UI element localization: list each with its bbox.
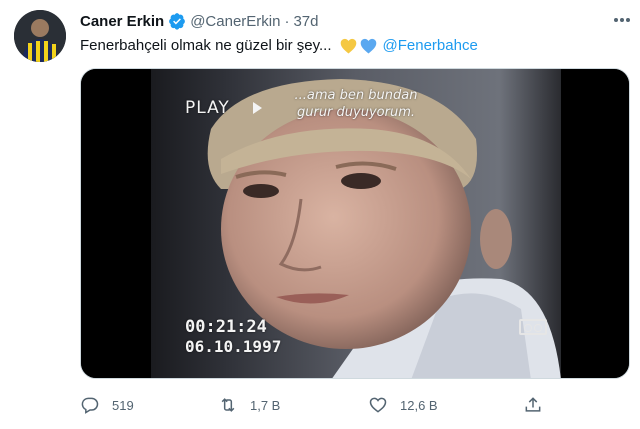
- timestamp[interactable]: 37d: [293, 13, 318, 30]
- like-count: 12,6 B: [400, 397, 438, 413]
- video-caption: ...ama ben bundan gurur duyuyorum.: [286, 87, 426, 121]
- cassette-icon: [519, 319, 547, 335]
- verified-badge-icon: [168, 12, 186, 30]
- video-media[interactable]: PLAY ...ama ben bundan gurur duyuyorum. …: [80, 68, 630, 379]
- tweet[interactable]: Caner Erkin @CanerErkin · 37d Fenerbahçe…: [0, 0, 640, 429]
- tweet-actions: 519 1,7 B 12,6 B: [80, 392, 630, 418]
- retweet-button[interactable]: 1,7 B: [218, 392, 280, 418]
- tweet-header: Caner Erkin @CanerErkin · 37d: [80, 11, 319, 31]
- display-name[interactable]: Caner Erkin: [80, 13, 164, 30]
- play-icon: [253, 102, 262, 114]
- reply-count: 519: [112, 397, 134, 413]
- mention-link[interactable]: @Fenerbahce: [383, 37, 478, 54]
- more-options-icon[interactable]: [612, 12, 632, 28]
- reply-icon: [81, 397, 99, 414]
- tweet-text: Fenerbahçeli olmak ne güzel bir şey... @…: [80, 37, 478, 54]
- like-icon: [369, 397, 387, 413]
- caption-line-2: gurur duyuyorum.: [296, 105, 415, 120]
- separator-dot: ·: [284, 12, 290, 30]
- play-label: PLAY: [185, 98, 230, 118]
- avatar[interactable]: [14, 10, 66, 62]
- share-button[interactable]: [523, 392, 555, 418]
- handle[interactable]: @CanerErkin: [190, 13, 280, 30]
- blue-heart-icon: [360, 38, 377, 54]
- share-icon: [525, 397, 541, 412]
- retweet-icon: [221, 398, 235, 412]
- vhs-timecode: 00:21:24: [185, 317, 267, 337]
- tweet-body: Fenerbahçeli olmak ne güzel bir şey...: [80, 37, 332, 54]
- reply-button[interactable]: 519: [80, 392, 134, 418]
- like-button[interactable]: 12,6 B: [368, 392, 438, 418]
- yellow-heart-icon: [340, 38, 357, 54]
- vhs-date: 06.10.1997: [185, 337, 282, 356]
- caption-line-1: ...ama ben bundan: [294, 88, 418, 103]
- retweet-count: 1,7 B: [250, 397, 281, 413]
